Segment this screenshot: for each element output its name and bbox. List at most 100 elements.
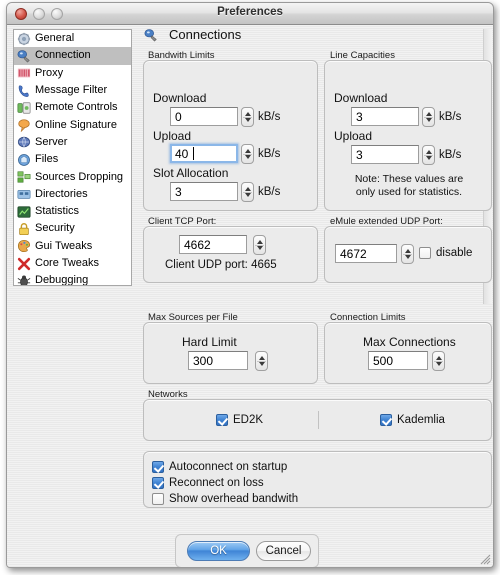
server-icon [17,137,31,148]
sidebar-item-label: Server [35,135,68,148]
hard-limit-label: Hard Limit [182,335,237,349]
window-body: General Connection Proxy Message Filter Remo… [7,25,493,567]
emule-udp-port-stepper[interactable] [401,244,414,264]
disable-udp-checkbox-row[interactable]: disable [419,247,472,259]
sidebar-item-debugging[interactable]: Debugging [14,272,131,286]
sidebar-item-label: General [35,32,75,45]
sidebar-item-label: Message Filter [35,84,108,97]
palette-icon [17,240,31,253]
sidebar-item-general[interactable]: General [14,30,131,47]
lc-upload-stepper[interactable] [422,145,435,165]
kademlia-checkbox-row[interactable]: Kademlia [380,414,445,426]
text-cursor [193,147,194,160]
pane-header: Connections [144,27,241,42]
title-bar[interactable]: Preferences [7,3,493,25]
bw-slot-stepper[interactable] [241,182,254,202]
sidebar-item-directories[interactable]: Directories [14,186,131,203]
sources-icon [17,171,31,183]
lc-upload-input[interactable] [351,145,419,164]
sidebar-item-label: Remote Controls [35,101,118,114]
proxy-icon [17,68,31,78]
sidebar-item-label: Gui Tweaks [35,239,93,252]
lc-note-line1: Note: These values are [354,173,464,185]
sidebar-item-core-tweaks[interactable]: Core Tweaks [14,255,131,272]
option-checkbox-2[interactable] [152,493,164,505]
sidebar-item-gui-tweaks[interactable]: Gui Tweaks [14,238,131,255]
disable-udp-label: disable [436,247,473,259]
option-label: Show overhead bandwith [169,493,299,505]
gear-icon [17,32,31,45]
sidebar-item-label: Statistics [35,205,80,218]
sidebar-item-security[interactable]: Security [14,220,131,237]
bw-download-stepper[interactable] [241,107,254,127]
bw-upload-stepper[interactable] [241,144,254,164]
option-row-0[interactable]: Autoconnect on startup [152,461,287,473]
sidebar-item-label: Files [35,153,59,166]
bw-slot-input[interactable] [170,182,238,201]
option-checkbox-1[interactable] [152,477,164,489]
sidebar-item-statistics[interactable]: Statistics [14,203,131,220]
option-row-2[interactable]: Show overhead bandwith [152,493,298,505]
networks-divider [318,411,319,429]
option-checkbox-0[interactable] [152,461,164,473]
client-tcp-port-input[interactable] [179,235,247,254]
ed2k-checkbox-row[interactable]: ED2K [216,414,263,426]
ed2k-label: ED2K [233,414,264,426]
sidebar-item-sources-dropping[interactable]: Sources Dropping [14,168,131,185]
sidebar-item-label: Connection [35,49,91,62]
sidebar-item-label: Proxy [35,66,64,79]
max-connections-stepper[interactable] [432,351,445,371]
lock-icon [19,223,29,235]
ok-button[interactable]: OK [187,541,250,561]
connection-icon [144,28,157,42]
connection-icon [17,50,30,63]
sidebar-item-label: Security [35,222,75,235]
client-tcp-port-stepper[interactable] [253,235,266,255]
sidebar-item-label: Core Tweaks [35,257,99,269]
client-udp-port-text: Client UDP port: 4665 [165,259,277,271]
x-cross-icon [17,257,31,270]
window-title: Preferences [217,6,283,18]
sidebar-item-online-signature[interactable]: Online Signature [14,116,131,133]
bw-upload-input[interactable] [170,144,238,163]
sidebar-item-files[interactable]: Files [14,151,131,168]
kademlia-label: Kademlia [397,414,445,426]
lc-download-input[interactable] [351,107,419,126]
sidebar-item-label: Debugging [35,274,89,286]
disable-udp-checkbox[interactable] [419,247,431,259]
pane-title: Connections [169,27,242,42]
files-icon [18,153,30,166]
sidebar-item-message-filter[interactable]: Message Filter [14,82,131,99]
sidebar-item-remote-controls[interactable]: Remote Controls [14,99,131,116]
lc-note-line2: only used for statistics. [355,186,463,198]
sidebar-item-connection[interactable]: Connection [14,47,131,65]
kademlia-checkbox[interactable] [380,414,392,426]
option-row-1[interactable]: Reconnect on loss [152,477,264,489]
option-label: Autoconnect on startup [169,461,288,473]
hard-limit-stepper[interactable] [255,351,268,371]
sidebar-item-server[interactable]: Server [14,134,131,151]
bw-slot-unit: kB/s [258,186,281,198]
sidebar-item-label: Directories [35,187,88,200]
bw-upload-label: Upload [153,129,192,143]
phone-icon [18,84,29,97]
remote-icon [17,102,31,114]
max-connections-input[interactable] [368,351,428,370]
lc-upload-label: Upload [334,129,373,143]
cancel-button[interactable]: Cancel [256,541,311,561]
lc-download-label: Download [334,91,388,105]
sidebar-item-proxy[interactable]: Proxy [14,65,131,82]
statistics-icon [17,205,31,218]
bw-upload-unit: kB/s [258,148,281,160]
folder-icon [17,190,31,200]
bug-icon [17,275,31,285]
lc-upload-unit: kB/s [439,149,462,161]
resize-grip-icon[interactable] [478,552,491,565]
bw-download-input[interactable] [170,107,238,126]
option-label: Reconnect on loss [169,477,264,489]
preferences-sidebar[interactable]: General Connection Proxy Message Filter Remo… [13,29,132,286]
hard-limit-input[interactable] [188,351,248,370]
emule-udp-port-input[interactable] [335,244,397,263]
lc-download-stepper[interactable] [422,107,435,127]
ed2k-checkbox[interactable] [216,414,228,426]
